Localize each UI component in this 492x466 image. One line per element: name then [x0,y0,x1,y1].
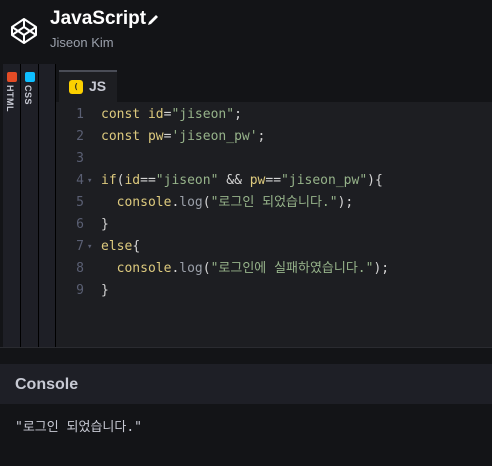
author-name[interactable]: Jiseon Kim [50,35,114,50]
pen-title[interactable]: JavaScript [50,8,146,30]
tab-html-label: HTML [5,85,15,112]
line-number: 6 [76,217,84,232]
code-token: ( [202,195,211,210]
code-token: ; [234,107,242,122]
code-line[interactable]: 4 ▾ if(id=="jiseon" && pw=="jiseon_pw"){ [56,170,492,192]
code-token: log [179,261,203,276]
js-editor[interactable]: ( ) JS 1 const id="jiseon"; 2 const pw='jis… [56,64,492,347]
code-token: const [101,107,148,122]
line-number: 1 [76,107,84,122]
editor-resize-handle[interactable] [39,64,56,347]
code-text: const pw='jiseon_pw'; [101,126,265,148]
console-header: Console [0,364,492,404]
code-token: ){ [367,173,383,188]
line-number: 7 [76,239,84,254]
editor-tab-bar: ( ) JS [56,64,492,105]
code-token: == [140,173,156,188]
fold-arrow-icon[interactable]: ▾ [87,170,92,192]
code-text: else{ [101,236,140,258]
css-badge-icon [25,72,35,82]
code-text: console.log("로그인에 실패하였습니다."); [101,258,389,280]
code-line[interactable]: 2 const pw='jiseon_pw'; [56,126,492,148]
code-line[interactable]: 6} [56,214,492,236]
header: JavaScript Jiseon Kim [0,0,492,64]
code-token: 'jiseon_pw' [171,129,258,144]
edit-pencil-icon[interactable] [146,13,160,27]
code-area[interactable]: 1 const id="jiseon"; 2 const pw='jiseon_pw'… [56,102,492,347]
panel-divider[interactable] [0,347,492,364]
code-token: console [116,195,172,210]
code-token: id [147,107,164,122]
tab-css-label: CSS [23,85,33,106]
code-token: "jiseon" [171,107,235,122]
console-output-area: "로그인 되었습니다." [0,404,492,466]
tab-css-collapsed[interactable]: CSS [21,64,39,347]
js-badge-icon: ( ) [69,80,83,105]
code-token: ( [202,261,211,276]
tab-html-collapsed[interactable]: HTML [3,64,21,347]
code-token: && [218,173,250,188]
code-token: "jiseon_pw" [281,173,368,188]
code-line[interactable]: 9} [56,280,492,302]
line-number: 5 [76,195,84,210]
code-line[interactable]: 3 [56,148,492,170]
code-token: == [265,173,282,188]
code-token: { [132,239,141,254]
code-token: } [101,217,109,232]
code-text: const id="jiseon"; [101,104,242,126]
code-token: id [124,173,141,188]
code-token: pw [249,173,266,188]
code-token: if [101,173,117,188]
html-badge-icon [7,72,17,82]
code-text: } [101,280,109,302]
line-number: 2 [76,129,84,144]
line-number: 9 [76,283,84,298]
line-number: 3 [76,151,84,166]
line-number: 8 [76,261,84,276]
code-token: console [116,261,172,276]
code-line[interactable]: 8 console.log("로그인에 실패하였습니다."); [56,258,492,280]
code-token: pw [147,129,164,144]
code-line[interactable]: 7 ▾ else{ [56,236,492,258]
tab-js-label: JS [89,78,107,94]
code-token: ); [337,195,354,210]
code-token: } [101,283,109,298]
code-token: "jiseon" [155,173,219,188]
code-line[interactable]: 1 const id="jiseon"; [56,104,492,126]
codepen-logo-icon[interactable] [10,17,38,45]
code-token: const [101,129,148,144]
tab-js[interactable]: ( ) JS [59,70,117,105]
code-text: console.log("로그인 되었습니다."); [101,192,354,214]
line-number: 4 [76,173,84,188]
code-token: "로그인 되었습니다." [210,195,338,210]
console-title: Console [15,376,79,393]
code-text: if(id=="jiseon" && pw=="jiseon_pw"){ [101,170,383,192]
console-log-line: "로그인 되었습니다." [15,420,142,435]
code-token: else [101,239,133,254]
code-token: log [179,195,203,210]
code-token: ; [257,129,266,144]
code-token: "로그인에 실패하였습니다." [210,261,374,276]
code-line[interactable]: 5 console.log("로그인 되었습니다."); [56,192,492,214]
code-token: ); [373,261,390,276]
fold-arrow-icon[interactable]: ▾ [87,236,92,258]
code-text: } [101,214,109,236]
